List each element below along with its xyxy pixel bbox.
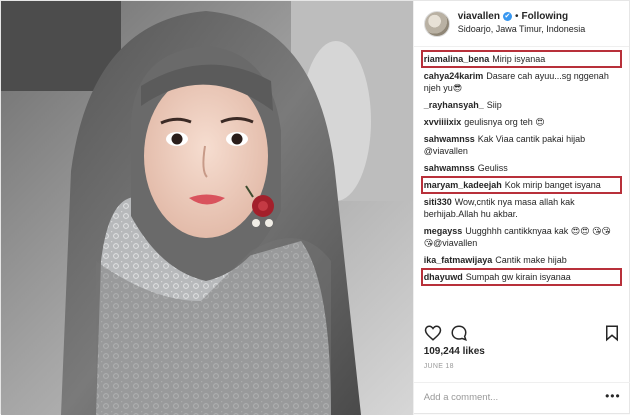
comment-item: cahya24karim Dasare cah ayuu...sg nggenah… xyxy=(424,70,619,94)
comment-text: Sumpah gw kirain isyanaa xyxy=(465,272,571,282)
comment-username[interactable]: sahwamnss xyxy=(424,134,475,144)
comment-username[interactable]: xvviiiixix xyxy=(424,117,462,127)
action-bar xyxy=(424,324,621,342)
comment-item: sahwamnss Geuliss xyxy=(424,162,619,174)
comment-username[interactable]: riamalina_bena xyxy=(424,54,490,64)
comment-item: maryam_kadeejah Kok mirip banget isyana xyxy=(420,176,623,194)
post-header: viavallen ✔ • Following Sidoarjo, Jawa T… xyxy=(413,1,629,47)
comment-text: Siip xyxy=(486,100,502,110)
comment-username[interactable]: sahwamnss xyxy=(424,163,475,173)
add-comment-bar: Add a comment... ••• xyxy=(413,382,630,415)
comment-list[interactable]: riamalina_bena Mirip isyanaa cahya24karim… xyxy=(414,47,629,415)
comment-username[interactable]: _rayhansyah_ xyxy=(424,100,484,110)
verified-badge-icon: ✔ xyxy=(502,11,512,21)
post-date[interactable]: JUNE 18 xyxy=(424,363,454,370)
comment-username[interactable]: siti330 xyxy=(424,197,452,207)
separator-dot: • xyxy=(514,10,519,22)
comment-text: Mirip isyanaa xyxy=(492,54,546,64)
comment-text: Geuliss xyxy=(477,163,508,173)
comment-text: Cantik make hijab xyxy=(495,255,567,265)
comment-icon[interactable] xyxy=(450,324,468,342)
location-link[interactable]: Sidoarjo, Jawa Timur, Indonesia xyxy=(458,24,586,34)
comment-item: sahwamnss Kak Viaa cantik pakai hijab @vi… xyxy=(424,133,619,157)
comment-item: riamalina_bena Mirip isyanaa xyxy=(420,50,623,68)
comment-text: Kok mirip banget isyana xyxy=(504,180,601,190)
more-options-icon[interactable]: ••• xyxy=(605,389,621,403)
post-photo[interactable] xyxy=(1,1,413,415)
comment-item: siti330 Wow,cntik nya masa allah kak berh… xyxy=(424,196,619,220)
comment-username[interactable]: dhayuwd xyxy=(424,272,463,282)
comment-item: ika_fatmawijaya Cantik make hijab xyxy=(424,254,619,266)
selfie-image xyxy=(1,1,413,415)
comment-item: megayss Uugghhh cantikknyaa kak 😍😍 😘😘😘@vi… xyxy=(424,225,619,249)
comment-item: _rayhansyah_ Siip xyxy=(424,99,619,111)
bookmark-icon[interactable] xyxy=(603,324,621,342)
header-info: viavallen ✔ • Following Sidoarjo, Jawa T… xyxy=(458,9,586,35)
comment-username[interactable]: maryam_kadeejah xyxy=(424,180,502,190)
post-sidebar: viavallen ✔ • Following Sidoarjo, Jawa T… xyxy=(412,1,630,415)
likes-count[interactable]: 109,244 likes xyxy=(424,346,485,357)
comment-username[interactable]: megayss xyxy=(424,226,463,236)
comment-item: dhayuwd Sumpah gw kirain isyanaa xyxy=(420,268,623,286)
comment-item: xvviiiixix geulisnya org teh 😍 xyxy=(424,116,619,128)
comment-username[interactable]: ika_fatmawijaya xyxy=(424,255,493,265)
instagram-post: viavallen ✔ • Following Sidoarjo, Jawa T… xyxy=(0,0,630,415)
username-link[interactable]: viavallen xyxy=(458,11,500,22)
add-comment-input[interactable]: Add a comment... xyxy=(424,392,498,403)
heart-icon[interactable] xyxy=(424,324,442,342)
header-row: viavallen ✔ • Following xyxy=(458,9,586,23)
following-button[interactable]: Following xyxy=(521,11,568,22)
avatar[interactable] xyxy=(423,11,450,37)
comment-username[interactable]: cahya24karim xyxy=(424,71,484,81)
comment-text: geulisnya org teh 😍 xyxy=(464,117,545,127)
